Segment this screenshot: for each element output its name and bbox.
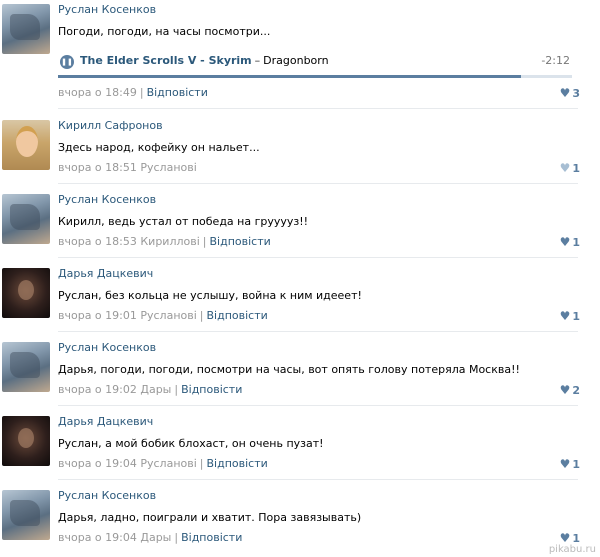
comment-time[interactable]: вчора о 18:51 [58,161,137,174]
comment-time[interactable]: вчора о 19:04 [58,457,137,470]
comment-time[interactable]: вчора о 18:53 [58,235,137,248]
reply-link[interactable]: Відповісти [147,86,208,99]
audio-duration: -2:12 [541,54,570,67]
heart-icon: ♥ [559,235,571,249]
comment-meta: вчора о 19:01 Русланові | Відповісти [58,309,268,322]
author-name[interactable]: Дарья Дацкевич [58,415,153,428]
avatar[interactable] [2,416,50,466]
author-name[interactable]: Дарья Дацкевич [58,267,153,280]
author-name[interactable]: Кирилл Сафронов [58,119,163,132]
author-name[interactable]: Руслан Косенков [58,3,156,16]
comment-addressee[interactable]: Русланові [140,309,196,322]
comment-addressee[interactable]: Кириллові [140,235,199,248]
author-name[interactable]: Руслан Косенков [58,193,156,206]
pause-icon[interactable]: ❚❚ [60,55,74,69]
avatar[interactable] [2,120,50,170]
comment-item: Руслан Косенков Погоди, погоди, на часы … [0,3,580,109]
comment-item: Руслан Косенков Кирилл, ведь устал от по… [0,193,580,258]
like-count: 1 [572,162,580,175]
like-button[interactable]: ♥ 1 [560,309,580,323]
like-button[interactable]: ♥ 1 [560,531,580,545]
like-button[interactable]: ♥ 3 [560,86,580,100]
reply-link[interactable]: Відповісти [210,235,271,248]
heart-icon: ♥ [559,383,571,397]
avatar[interactable] [2,194,50,244]
reply-link[interactable]: Відповісти [207,309,268,322]
comment-text: Руслан, а мой бобик блохаст, он очень пу… [58,437,324,450]
comment-item: Руслан Косенков Дарья, ладно, поиграли и… [0,489,580,550]
audio-artist[interactable]: The Elder Scrolls V - Skyrim [80,54,252,67]
comment-time[interactable]: вчора о 19:04 [58,531,137,544]
comment-item: Дарья Дацкевич Руслан, а мой бобик блоха… [0,415,580,480]
comment-meta: вчора о 19:02 Дары | Відповісти [58,383,242,396]
like-button[interactable]: ♥ 1 [560,457,580,471]
comment-meta: вчора о 19:04 Дары | Відповісти [58,531,242,544]
author-name[interactable]: Руслан Косенков [58,341,156,354]
comment-item: Кирилл Сафронов Здесь народ, кофейку он … [0,119,580,184]
divider [58,183,578,184]
like-count: 2 [572,384,580,397]
comment-text: Руслан, без кольца не услышу, война к ни… [58,289,362,302]
heart-icon: ♥ [559,86,571,100]
author-name[interactable]: Руслан Косенков [58,489,156,502]
audio-title: Dragonborn [263,54,329,67]
like-button[interactable]: ♥ 1 [560,235,580,249]
divider [58,108,578,109]
audio-progress-bar[interactable] [58,75,572,78]
reply-link[interactable]: Відповісти [181,531,242,544]
comment-text: Дарья, погоди, погоди, посмотри на часы,… [58,363,520,376]
comment-meta: вчора о 18:49 | Відповісти [58,86,208,99]
meta-separator: | [139,86,144,99]
meta-separator: | [202,235,207,248]
comment-meta: вчора о 19:04 Русланові | Відповісти [58,457,268,470]
comment-text: Погоди, погоди, на часы посмотри... [58,25,271,38]
comment-addressee[interactable]: Русланові [140,161,196,174]
comment-meta: вчора о 18:53 Кириллові | Відповісти [58,235,271,248]
comment-addressee[interactable]: Дары [140,531,171,544]
heart-icon: ♥ [559,161,571,175]
divider [58,257,578,258]
like-count: 1 [572,236,580,249]
meta-separator: | [174,531,179,544]
audio-progress-fill [58,75,521,78]
avatar[interactable] [2,342,50,392]
meta-separator: | [174,383,179,396]
reply-link[interactable]: Відповісти [181,383,242,396]
comment-addressee[interactable]: Русланові [140,457,196,470]
comment-item: Дарья Дацкевич Руслан, без кольца не усл… [0,267,580,332]
meta-separator: | [199,309,204,322]
comment-addressee[interactable]: Дары [140,383,171,396]
heart-icon: ♥ [559,531,571,545]
audio-dash: – [254,54,261,67]
heart-icon: ♥ [559,457,571,471]
divider [58,479,578,480]
audio-track[interactable]: The Elder Scrolls V - Skyrim – Dragonborn [80,54,329,67]
comment-text: Кирилл, ведь устал от победа на грууууз!… [58,215,309,228]
comment-meta: вчора о 18:51 Русланові [58,161,197,174]
like-button[interactable]: ♥ 2 [560,383,580,397]
reply-link[interactable]: Відповісти [207,457,268,470]
comment-item: Руслан Косенков Дарья, погоди, погоди, п… [0,341,580,406]
audio-attachment: ❚❚ The Elder Scrolls V - Skyrim – Dragonbo… [58,49,574,85]
meta-separator: | [199,457,204,470]
avatar[interactable] [2,490,50,540]
like-button[interactable]: ♥ 1 [560,161,580,175]
comment-text: Дарья, ладно, поиграли и хватит. Пора за… [58,511,362,524]
watermark: pikabu.ru [548,544,596,555]
like-count: 1 [572,458,580,471]
comment-text: Здесь народ, кофейку он нальет... [58,141,260,154]
comment-time[interactable]: вчора о 19:01 [58,309,137,322]
avatar[interactable] [2,4,50,54]
avatar[interactable] [2,268,50,318]
comment-time[interactable]: вчора о 18:49 [58,86,137,99]
divider [58,405,578,406]
comment-time[interactable]: вчора о 19:02 [58,383,137,396]
heart-icon: ♥ [559,309,571,323]
divider [58,331,578,332]
like-count: 3 [572,87,580,100]
like-count: 1 [572,310,580,323]
